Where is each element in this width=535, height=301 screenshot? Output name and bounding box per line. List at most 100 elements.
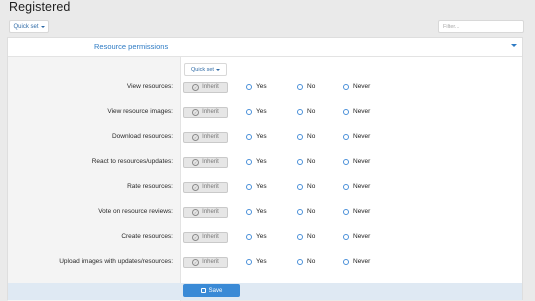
- inherit-button[interactable]: ✓ Inherit: [183, 81, 228, 93]
- inherit-button[interactable]: ✓ Inherit: [183, 256, 228, 268]
- footer-bar: [8, 283, 522, 300]
- radio-label: Yes: [256, 133, 267, 140]
- radio-label: Never: [353, 108, 371, 115]
- radio-no[interactable]: No: [297, 83, 315, 90]
- inherit-button[interactable]: ✓ Inherit: [183, 106, 228, 118]
- radio-never[interactable]: Never: [343, 108, 370, 115]
- radio-yes[interactable]: Yes: [246, 83, 267, 90]
- panel-quick-set-label: Quick set: [191, 66, 214, 73]
- radio-yes[interactable]: Yes: [246, 158, 267, 165]
- radio-label: Never: [353, 183, 371, 190]
- inherit-label: Inherit: [202, 84, 219, 90]
- radio-circle-icon[interactable]: [246, 108, 252, 115]
- check-circle-icon: ✓: [192, 83, 200, 91]
- radio-label: No: [307, 108, 316, 115]
- radio-yes[interactable]: Yes: [246, 233, 267, 240]
- permission-label: Vote on resource reviews:: [98, 208, 173, 215]
- filter-input[interactable]: [438, 20, 524, 33]
- radio-circle-icon[interactable]: [246, 158, 252, 165]
- inherit-button[interactable]: ✓ Inherit: [183, 156, 228, 168]
- inherit-button[interactable]: ✓ Inherit: [183, 231, 228, 243]
- radio-label: Never: [353, 208, 371, 215]
- radio-circle-icon[interactable]: [297, 208, 303, 215]
- radio-circle-icon[interactable]: [297, 183, 303, 190]
- quick-set-button[interactable]: Quick set: [9, 20, 49, 33]
- radio-circle-icon[interactable]: [297, 233, 303, 240]
- radio-never[interactable]: Never: [343, 183, 370, 190]
- radio-yes[interactable]: Yes: [246, 258, 267, 265]
- caret-down-icon: [40, 25, 45, 28]
- radio-no[interactable]: No: [297, 258, 315, 265]
- inherit-button[interactable]: ✓ Inherit: [183, 181, 228, 193]
- radio-never[interactable]: Never: [343, 158, 370, 165]
- radio-never[interactable]: Never: [343, 208, 370, 215]
- inherit-label: Inherit: [202, 259, 219, 265]
- inherit-label: Inherit: [202, 209, 219, 215]
- save-button[interactable]: Save: [183, 284, 240, 297]
- radio-circle-icon[interactable]: [297, 158, 303, 165]
- inherit-button[interactable]: ✓ Inherit: [183, 206, 228, 218]
- radio-label: Yes: [256, 158, 267, 165]
- radio-circle-icon[interactable]: [297, 258, 303, 265]
- radio-label: Never: [353, 233, 371, 240]
- page-title: Registered: [9, 0, 71, 14]
- radio-circle-icon[interactable]: [343, 83, 349, 90]
- radio-yes[interactable]: Yes: [246, 133, 267, 140]
- radio-circle-icon[interactable]: [343, 158, 349, 165]
- radio-circle-icon[interactable]: [343, 133, 349, 140]
- check-circle-icon: ✓: [192, 208, 200, 216]
- radio-never[interactable]: Never: [343, 83, 370, 90]
- radio-label: No: [307, 258, 316, 265]
- panel-header[interactable]: Resource permissions: [8, 38, 522, 57]
- radio-label: Yes: [256, 108, 267, 115]
- radio-no[interactable]: No: [297, 158, 315, 165]
- radio-never[interactable]: Never: [343, 258, 370, 265]
- radio-no[interactable]: No: [297, 133, 315, 140]
- radio-circle-icon[interactable]: [246, 133, 252, 140]
- radio-label: No: [307, 83, 316, 90]
- inherit-label: Inherit: [202, 159, 219, 165]
- check-circle-icon: ✓: [192, 258, 200, 266]
- radio-circle-icon[interactable]: [246, 208, 252, 215]
- quick-set-label: Quick set: [13, 23, 39, 30]
- radio-circle-icon[interactable]: [246, 233, 252, 240]
- panel-title: Resource permissions: [94, 42, 169, 51]
- radio-circle-icon[interactable]: [297, 108, 303, 115]
- radio-never[interactable]: Never: [343, 133, 370, 140]
- permission-label: Rate resources:: [127, 183, 173, 190]
- permission-label: Upload images with updates/resources:: [59, 258, 173, 265]
- radio-label: No: [307, 183, 316, 190]
- radio-yes[interactable]: Yes: [246, 183, 267, 190]
- radio-circle-icon[interactable]: [343, 108, 349, 115]
- radio-circle-icon[interactable]: [343, 258, 349, 265]
- radio-circle-icon[interactable]: [297, 83, 303, 90]
- panel-quick-set-button[interactable]: Quick set: [184, 63, 227, 76]
- radio-label: Yes: [256, 233, 267, 240]
- radio-circle-icon[interactable]: [246, 183, 252, 190]
- radio-circle-icon[interactable]: [246, 258, 252, 265]
- permission-label: Download resources:: [111, 133, 173, 140]
- inherit-label: Inherit: [202, 109, 219, 115]
- radio-circle-icon[interactable]: [343, 208, 349, 215]
- radio-no[interactable]: No: [297, 183, 315, 190]
- inherit-label: Inherit: [202, 134, 219, 140]
- radio-label: Never: [353, 158, 371, 165]
- caret-down-icon: [215, 68, 220, 71]
- radio-label: Never: [353, 133, 371, 140]
- radio-label: No: [307, 208, 316, 215]
- radio-circle-icon[interactable]: [343, 233, 349, 240]
- radio-no[interactable]: No: [297, 108, 315, 115]
- radio-circle-icon[interactable]: [246, 83, 252, 90]
- radio-never[interactable]: Never: [343, 233, 370, 240]
- radio-label: Yes: [256, 183, 267, 190]
- radio-no[interactable]: No: [297, 233, 315, 240]
- permission-label: View resource images:: [107, 108, 173, 115]
- inherit-button[interactable]: ✓ Inherit: [183, 131, 228, 143]
- check-circle-icon: ✓: [192, 183, 200, 191]
- collapse-icon[interactable]: [511, 44, 517, 47]
- radio-yes[interactable]: Yes: [246, 208, 267, 215]
- radio-circle-icon[interactable]: [297, 133, 303, 140]
- radio-no[interactable]: No: [297, 208, 315, 215]
- radio-circle-icon[interactable]: [343, 183, 349, 190]
- radio-yes[interactable]: Yes: [246, 108, 267, 115]
